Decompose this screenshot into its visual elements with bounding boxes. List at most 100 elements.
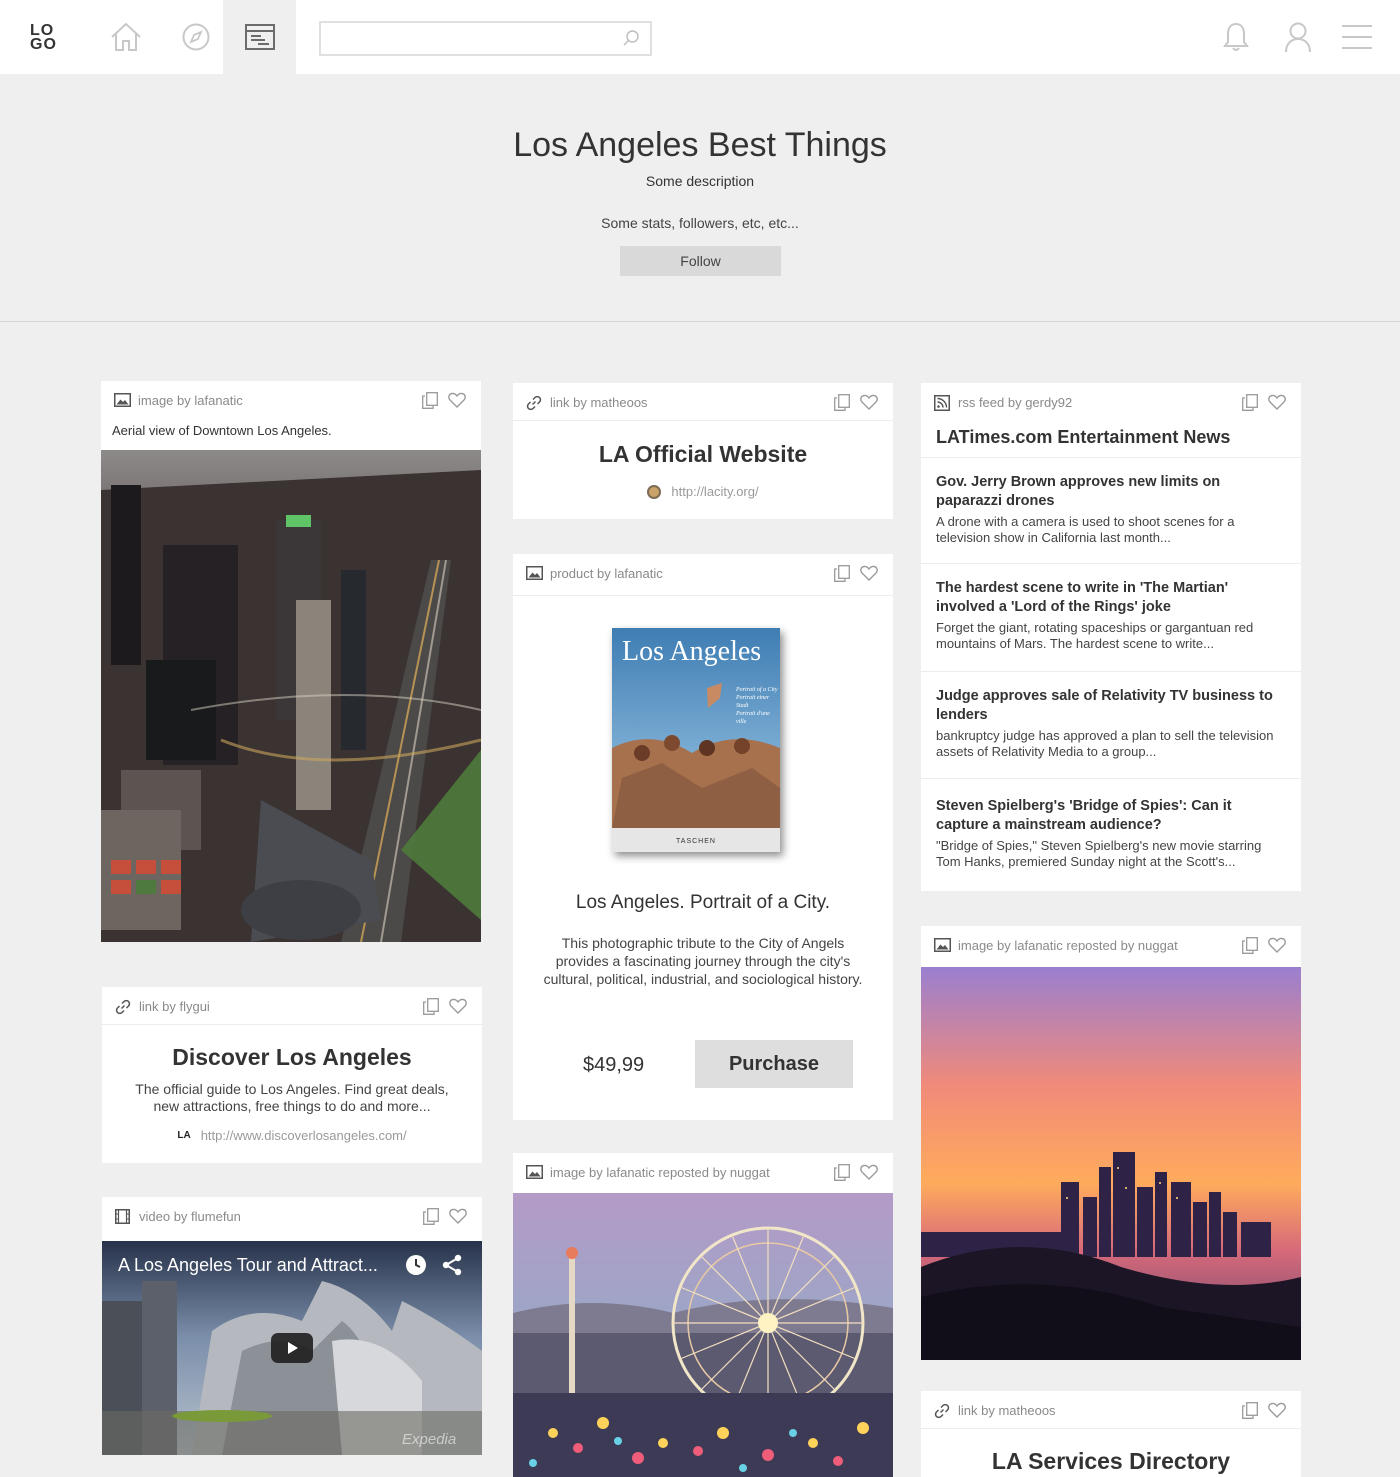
copy-button[interactable] — [834, 565, 850, 582]
link-card-discover[interactable]: link by flygui Discover Los Angeles The … — [102, 987, 482, 1163]
rss-item-headline[interactable]: Judge approves sale of Relativity TV bus… — [936, 687, 1286, 725]
link-icon — [526, 395, 542, 411]
rss-item-headline[interactable]: The hardest scene to write in 'The Marti… — [936, 579, 1286, 617]
logo[interactable]: LO GO — [30, 23, 62, 53]
rss-item[interactable]: Steven Spielberg's 'Bridge of Spies': Ca… — [921, 779, 1301, 889]
link-card-services[interactable]: link by matheoos LA Services Directory — [921, 1391, 1301, 1477]
product-title[interactable]: Los Angeles. Portrait of a City. — [513, 892, 893, 914]
rss-item[interactable]: The hardest scene to write in 'The Marti… — [921, 564, 1301, 672]
card-meta[interactable]: rss feed by gerdy92 — [958, 395, 1072, 410]
card-meta[interactable]: video by flumefun — [139, 1209, 241, 1224]
ferris-wheel-photo[interactable] — [513, 1193, 893, 1477]
copy-button[interactable] — [834, 394, 850, 411]
share-button[interactable] — [441, 1254, 463, 1276]
logo-line-2: GO — [30, 36, 57, 53]
rss-item-headline[interactable]: Gov. Jerry Brown approves new limits on … — [936, 473, 1286, 511]
nav-collections-button[interactable] — [223, 0, 296, 74]
search-input[interactable] — [321, 23, 611, 54]
image-icon — [114, 393, 131, 407]
link-title[interactable]: LA Official Website — [513, 441, 893, 468]
menu-icon — [1342, 25, 1372, 49]
link-title[interactable]: Discover Los Angeles — [102, 1044, 482, 1071]
image-card-ferris-wheel[interactable]: image by lafanatic reposted by nuggat — [513, 1153, 893, 1477]
card-meta[interactable]: link by flygui — [139, 999, 210, 1014]
notifications-button[interactable] — [1216, 0, 1256, 74]
link-source[interactable]: http://lacity.org/ — [513, 484, 893, 499]
aerial-photo[interactable] — [101, 450, 481, 942]
link-icon — [934, 1403, 950, 1419]
rss-card[interactable]: rss feed by gerdy92 LATimes.com Entertai… — [921, 383, 1301, 891]
follow-button[interactable]: Follow — [620, 246, 781, 276]
rss-item-summary: Forget the giant, rotating spaceships or… — [936, 620, 1254, 651]
watch-later-button[interactable] — [405, 1254, 427, 1276]
card-header: link by matheoos — [513, 383, 893, 421]
copy-icon — [834, 394, 850, 411]
video-title[interactable]: A Los Angeles Tour and Attract... — [118, 1255, 378, 1276]
nav-home-button[interactable] — [96, 0, 156, 74]
copy-button[interactable] — [1242, 1402, 1258, 1419]
rss-item-summary: A drone with a camera is used to shoot s… — [936, 514, 1235, 545]
search-icon — [623, 30, 639, 46]
rss-item[interactable]: Judge approves sale of Relativity TV bus… — [921, 672, 1301, 779]
image-card-sunset[interactable]: image by lafanatic reposted by nuggat — [921, 926, 1301, 1360]
rss-feed-title[interactable]: LATimes.com Entertainment News — [921, 421, 1301, 458]
copy-icon — [1242, 394, 1258, 411]
video-watermark: Expedia — [402, 1431, 457, 1448]
like-button[interactable] — [449, 998, 467, 1014]
rss-item[interactable]: Gov. Jerry Brown approves new limits on … — [921, 458, 1301, 564]
link-url[interactable]: http://www.discoverlosangeles.com/ — [201, 1128, 407, 1143]
like-button[interactable] — [860, 565, 878, 581]
sunset-skyline-photo[interactable] — [921, 967, 1301, 1360]
card-meta[interactable]: image by lafanatic reposted by nuggat — [958, 938, 1178, 953]
like-button[interactable] — [860, 394, 878, 410]
card-header: video by flumefun — [102, 1197, 482, 1241]
like-button[interactable] — [1268, 937, 1286, 953]
collection-description: Some description — [645, 173, 755, 189]
favicon-icon: LA — [177, 1130, 191, 1141]
copy-button[interactable] — [423, 998, 439, 1015]
copy-button[interactable] — [422, 392, 438, 409]
nav-explore-button[interactable] — [166, 0, 226, 74]
link-url[interactable]: http://lacity.org/ — [671, 484, 758, 499]
copy-button[interactable] — [1242, 394, 1258, 411]
image-caption: Aerial view of Downtown Los Angeles. — [112, 423, 332, 438]
rss-item-headline[interactable]: Steven Spielberg's 'Bridge of Spies': Ca… — [936, 797, 1286, 835]
heart-icon — [448, 392, 466, 408]
heart-icon — [449, 998, 467, 1014]
product-description: This photographic tribute to the City of… — [543, 935, 863, 987]
like-button[interactable] — [1268, 1402, 1286, 1418]
card-meta[interactable]: product by lafanatic — [550, 566, 663, 581]
link-title[interactable]: LA Services Directory — [921, 1448, 1301, 1475]
link-card-official[interactable]: link by matheoos LA Official Website htt… — [513, 383, 893, 519]
video-player[interactable]: A Los Angeles Tour and Attract... Expedi… — [102, 1241, 482, 1455]
copy-icon — [1242, 937, 1258, 954]
card-header: product by lafanatic — [513, 554, 893, 596]
like-button[interactable] — [448, 392, 466, 408]
copy-button[interactable] — [1242, 937, 1258, 954]
book-cover[interactable]: Los Angeles Portrait of a City Portrait … — [612, 628, 780, 852]
play-button[interactable] — [271, 1333, 313, 1363]
video-card[interactable]: video by flumefun A Los Angeles Tour and… — [102, 1197, 482, 1455]
copy-icon — [422, 392, 438, 409]
profile-button[interactable] — [1276, 0, 1320, 74]
user-icon — [1285, 22, 1311, 53]
like-button[interactable] — [860, 1164, 878, 1180]
image-card-aerial[interactable]: image by lafanatic Aerial view of Downto… — [101, 381, 481, 942]
heart-icon — [860, 394, 878, 410]
heart-icon — [1268, 1402, 1286, 1418]
copy-button[interactable] — [423, 1208, 439, 1225]
rss-item-summary: bankruptcy judge has approved a plan to … — [936, 728, 1274, 759]
card-meta[interactable]: link by matheoos — [550, 395, 648, 410]
purchase-button[interactable]: Purchase — [695, 1040, 853, 1088]
search-button[interactable] — [622, 29, 640, 47]
menu-button[interactable] — [1336, 0, 1378, 74]
card-meta[interactable]: image by lafanatic reposted by nuggat — [550, 1165, 770, 1180]
copy-button[interactable] — [834, 1164, 850, 1181]
like-button[interactable] — [1268, 394, 1286, 410]
card-meta[interactable]: link by matheoos — [958, 1403, 1056, 1418]
link-source[interactable]: LA http://www.discoverlosangeles.com/ — [102, 1128, 482, 1143]
card-meta[interactable]: image by lafanatic — [138, 393, 243, 408]
product-card[interactable]: product by lafanatic Los Angeles Portrai… — [513, 554, 893, 1120]
like-button[interactable] — [449, 1208, 467, 1224]
book-title: Los Angeles — [622, 636, 762, 667]
